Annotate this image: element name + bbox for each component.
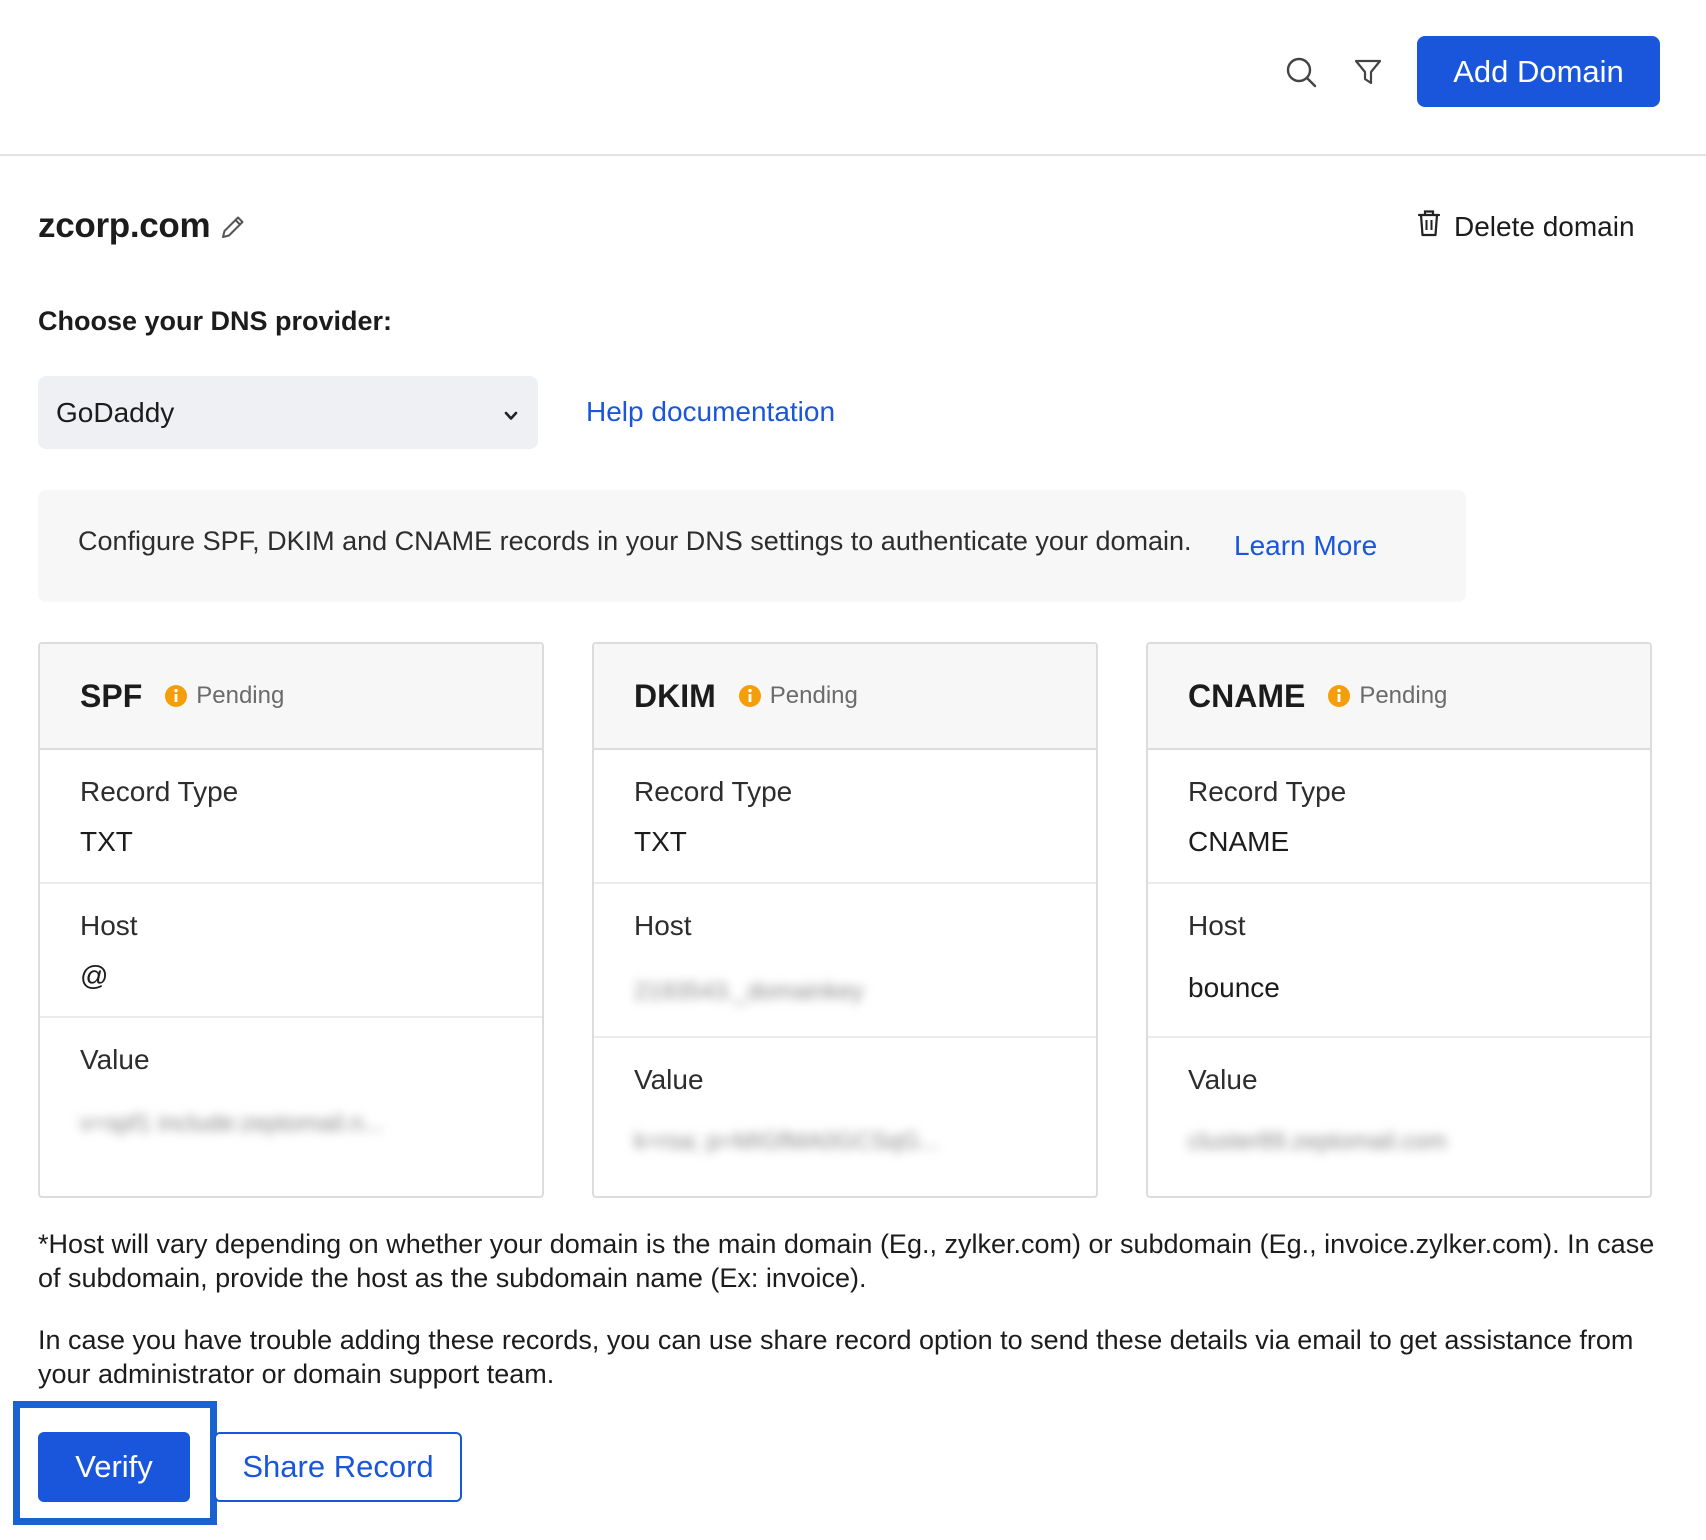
record-type-row: Record Type TXT <box>594 750 1096 884</box>
value-row: Value v=spf1 include:zeptomail.n... <box>40 1018 542 1196</box>
host-label: Host <box>80 910 138 941</box>
trash-icon <box>1416 208 1442 245</box>
cname-card: CNAME Pending Record Type CNAME Host bou… <box>1146 642 1652 1198</box>
host-value: bounce <box>1188 972 1280 1003</box>
host-row: Host bounce <box>1148 884 1650 1038</box>
card-header: SPF Pending <box>40 644 542 750</box>
record-type-value: TXT <box>634 826 687 857</box>
host-row: Host @ <box>40 884 542 1018</box>
host-value: 2193543._domainkey <box>634 978 864 1005</box>
card-title: SPF <box>80 677 143 714</box>
record-type-row: Record Type TXT <box>40 750 542 884</box>
record-type-value: CNAME <box>1188 826 1290 857</box>
host-value: @ <box>80 960 109 991</box>
value-row: Value cluster89.zeptomail.com <box>1148 1038 1650 1196</box>
info-icon <box>1327 684 1351 708</box>
dns-provider-select[interactable]: GoDaddy <box>38 376 538 449</box>
record-value: cluster89.zeptomail.com <box>1188 1128 1447 1155</box>
spf-card: SPF Pending Record Type TXT Host @ Value… <box>38 642 544 1198</box>
record-value: k=rsa; p=MIGfMA0GCSqG... <box>634 1128 940 1155</box>
status-badge: Pending <box>769 682 858 709</box>
learn-more-link[interactable]: Learn More <box>1234 530 1377 562</box>
top-toolbar: Add Domain <box>0 0 1706 156</box>
info-banner: Configure SPF, DKIM and CNAME records in… <box>38 490 1466 602</box>
verify-button[interactable]: Verify <box>38 1432 190 1502</box>
dkim-card: DKIM Pending Record Type TXT Host 219354… <box>592 642 1098 1198</box>
record-type-label: Record Type <box>1188 776 1347 807</box>
record-type-label: Record Type <box>634 776 793 807</box>
status-badge: Pending <box>1359 682 1448 709</box>
value-label: Value <box>1188 1064 1258 1095</box>
card-header: CNAME Pending <box>1148 644 1650 750</box>
info-icon <box>738 684 762 708</box>
domain-name: zcorp.com <box>38 206 211 245</box>
pencil-icon[interactable] <box>218 212 250 244</box>
filter-icon[interactable] <box>1348 52 1388 92</box>
card-header: DKIM Pending <box>594 644 1096 750</box>
record-value: v=spf1 include:zeptomail.n... <box>80 1110 384 1137</box>
host-label: Host <box>634 910 692 941</box>
host-note: *Host will vary depending on whether you… <box>38 1229 1655 1293</box>
delete-domain-label: Delete domain <box>1454 210 1635 242</box>
help-documentation-link[interactable]: Help documentation <box>586 396 835 428</box>
card-title: CNAME <box>1188 677 1306 714</box>
info-icon <box>164 684 188 708</box>
value-label: Value <box>634 1064 704 1095</box>
value-row: Value k=rsa; p=MIGfMA0GCSqG... <box>594 1038 1096 1196</box>
delete-domain-button[interactable]: Delete domain <box>1416 208 1635 245</box>
value-label: Value <box>80 1044 150 1075</box>
card-title: DKIM <box>634 677 716 714</box>
dns-provider-value: GoDaddy <box>56 396 175 428</box>
chevron-down-icon <box>500 402 522 424</box>
share-record-button[interactable]: Share Record <box>214 1432 462 1502</box>
search-icon[interactable] <box>1281 52 1321 92</box>
record-type-label: Record Type <box>80 776 239 807</box>
status-badge: Pending <box>196 682 285 709</box>
record-type-value: TXT <box>80 826 133 857</box>
host-label: Host <box>1188 910 1246 941</box>
record-type-row: Record Type CNAME <box>1148 750 1650 884</box>
dns-provider-label: Choose your DNS provider: <box>38 306 393 336</box>
share-note: In case you have trouble adding these re… <box>38 1325 1634 1389</box>
add-domain-button[interactable]: Add Domain <box>1417 36 1660 107</box>
host-row: Host 2193543._domainkey <box>594 884 1096 1038</box>
info-text: Configure SPF, DKIM and CNAME records in… <box>78 526 1192 556</box>
